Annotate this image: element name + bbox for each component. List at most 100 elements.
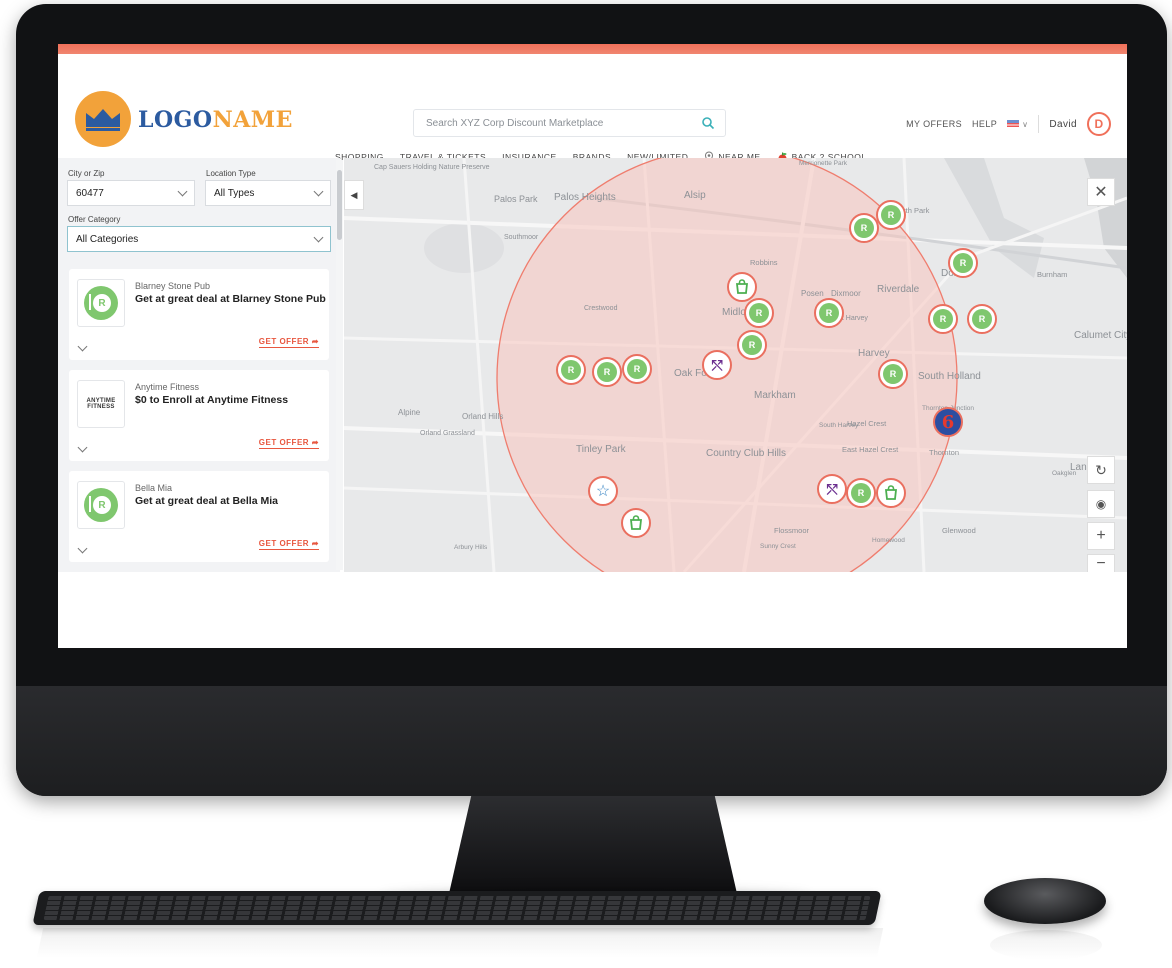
restaurant-icon: R <box>84 286 118 320</box>
map-label: Oakglen <box>1052 470 1077 477</box>
search-box[interactable] <box>413 109 726 137</box>
avatar[interactable]: D <box>1087 112 1111 136</box>
map-label: Palos Park <box>494 194 538 204</box>
fitness-marker-icon[interactable]: ⤲ <box>817 474 847 504</box>
restaurant-marker-icon[interactable]: R <box>876 200 906 230</box>
map-label: Glenwood <box>942 526 976 535</box>
locate-me-button[interactable]: ◉ <box>1087 490 1115 518</box>
language-selector[interactable]: ∨ <box>1007 120 1028 129</box>
search-icon[interactable] <box>701 116 715 135</box>
user-name[interactable]: David <box>1049 119 1077 130</box>
restaurant-marker-icon[interactable]: R <box>556 355 586 385</box>
offer-category-value: All Categories <box>76 233 139 245</box>
chevron-down-icon <box>313 186 324 196</box>
get-offer-label: GET OFFER <box>258 438 310 447</box>
offer-card[interactable]: R Blarney Stone Pub Get at great deal at… <box>69 269 329 360</box>
location-type-label: Location Type <box>206 169 256 178</box>
close-map-button[interactable]: ✕ <box>1087 178 1115 206</box>
refresh-button[interactable]: ↻ <box>1087 456 1115 484</box>
city-zip-value: 60477 <box>76 187 104 199</box>
zoom-out-button[interactable]: − <box>1087 554 1115 572</box>
restaurant-marker-icon[interactable]: R <box>948 248 978 278</box>
get-offer-label: GET OFFER <box>258 337 310 346</box>
expand-chevron-icon[interactable] <box>77 438 88 456</box>
map-label: Cap Sauers Holding Nature Preserve <box>374 164 490 171</box>
map-label: Southmoor <box>504 234 539 241</box>
map-label: Posen <box>801 289 824 298</box>
offer-card[interactable]: R Bella Mia Get at great deal at Bella M… <box>69 471 329 562</box>
location-type-value: All Types <box>214 187 255 199</box>
restaurant-marker-icon[interactable]: R <box>622 354 652 384</box>
share-arrow-icon: ➦ <box>311 438 319 447</box>
map-label: Thornton <box>929 448 960 457</box>
restaurant-marker-icon[interactable]: R <box>737 330 767 360</box>
restaurant-marker-icon[interactable]: R <box>592 357 622 387</box>
shopping-bag-marker-icon[interactable] <box>621 508 651 538</box>
zoom-in-button[interactable]: + <box>1087 522 1115 550</box>
offer-title[interactable]: Get at great deal at Bella Mia <box>135 495 278 507</box>
map-view[interactable]: Cap Sauers Holding Nature Preserve Palos… <box>344 158 1127 572</box>
location-type-select[interactable]: All Types <box>205 180 331 206</box>
minus-icon: − <box>1096 554 1106 572</box>
keyboard-reflection <box>36 928 884 958</box>
scrollbar-thumb[interactable] <box>337 170 342 240</box>
map-label: Harvey <box>858 348 890 359</box>
map-label: Homewood <box>872 537 905 544</box>
shopping-bag-marker-icon[interactable] <box>876 478 906 508</box>
map-label: Alpine <box>398 408 421 417</box>
map-label: Burnham <box>1037 270 1068 279</box>
merchant-name: Blarney Stone Pub <box>135 281 211 291</box>
locate-icon: ◉ <box>1095 497 1107 511</box>
search-input[interactable] <box>414 110 684 136</box>
map-label: South Harvey <box>819 422 859 429</box>
top-accent-bar <box>58 44 1127 54</box>
restaurant-marker-icon[interactable]: R <box>846 478 876 508</box>
restaurant-marker-icon[interactable]: R <box>928 304 958 334</box>
expand-chevron-icon[interactable] <box>77 539 88 557</box>
restaurant-marker-icon[interactable]: R <box>744 298 774 328</box>
offer-category-select[interactable]: All Categories <box>67 226 331 252</box>
sidebar-scrollbar[interactable] <box>336 160 343 570</box>
map-label: Arbury Hills <box>454 544 488 551</box>
map-label: East Hazel Crest <box>842 445 899 454</box>
six-flags-marker-icon[interactable]: 6 <box>933 407 963 437</box>
restaurant-marker-icon[interactable]: R <box>967 304 997 334</box>
offer-sidebar: City or Zip 60477 Location Type All Type… <box>58 158 340 572</box>
mouse-reflection <box>990 930 1102 960</box>
fitness-marker-icon[interactable]: ⤲ <box>702 350 732 380</box>
star-marker-icon[interactable]: ☆ <box>588 476 618 506</box>
map-label: Alsip <box>684 190 706 201</box>
merchant-logo: R <box>77 481 125 529</box>
offer-card[interactable]: ANYTIME FITNESS Anytime Fitness $0 to En… <box>69 370 329 461</box>
map-canvas <box>344 158 1127 572</box>
expand-chevron-icon[interactable] <box>77 337 88 355</box>
map-label: Sunny Crest <box>760 543 796 550</box>
merchant-name: Anytime Fitness <box>135 382 200 392</box>
caret-left-icon: ◀ <box>350 189 358 200</box>
restaurant-marker-icon[interactable]: R <box>878 359 908 389</box>
logo-wordmark[interactable]: LOGONAME <box>138 107 293 133</box>
page-footer-area <box>58 572 1127 648</box>
restaurant-marker-icon[interactable]: R <box>814 298 844 328</box>
offer-title[interactable]: $0 to Enroll at Anytime Fitness <box>135 394 288 406</box>
offer-title[interactable]: Get at great deal at Blarney Stone Pub <box>135 293 326 305</box>
collapse-sidebar-button[interactable]: ◀ <box>344 180 364 210</box>
get-offer-link[interactable]: GET OFFER ➦ <box>258 539 319 550</box>
restaurant-marker-icon[interactable]: R <box>849 213 879 243</box>
help-link[interactable]: HELP <box>972 119 997 129</box>
city-zip-label: City or Zip <box>68 169 105 178</box>
my-offers-link[interactable]: MY OFFERS <box>906 119 962 129</box>
city-zip-select[interactable]: 60477 <box>67 180 195 206</box>
crown-logo-icon[interactable] <box>75 91 131 147</box>
get-offer-link[interactable]: GET OFFER ➦ <box>258 337 319 348</box>
merchant-name: Bella Mia <box>135 483 173 493</box>
map-label: Orland Hills <box>462 412 504 421</box>
get-offer-link[interactable]: GET OFFER ➦ <box>258 438 319 449</box>
monitor-chin <box>16 686 1167 796</box>
map-label: Flossmoor <box>774 526 810 535</box>
shopping-bag-marker-icon[interactable] <box>727 272 757 302</box>
mouse <box>984 878 1106 924</box>
chevron-down-icon <box>177 186 188 196</box>
monitor-stand <box>448 796 738 898</box>
close-icon: ✕ <box>1094 184 1108 201</box>
